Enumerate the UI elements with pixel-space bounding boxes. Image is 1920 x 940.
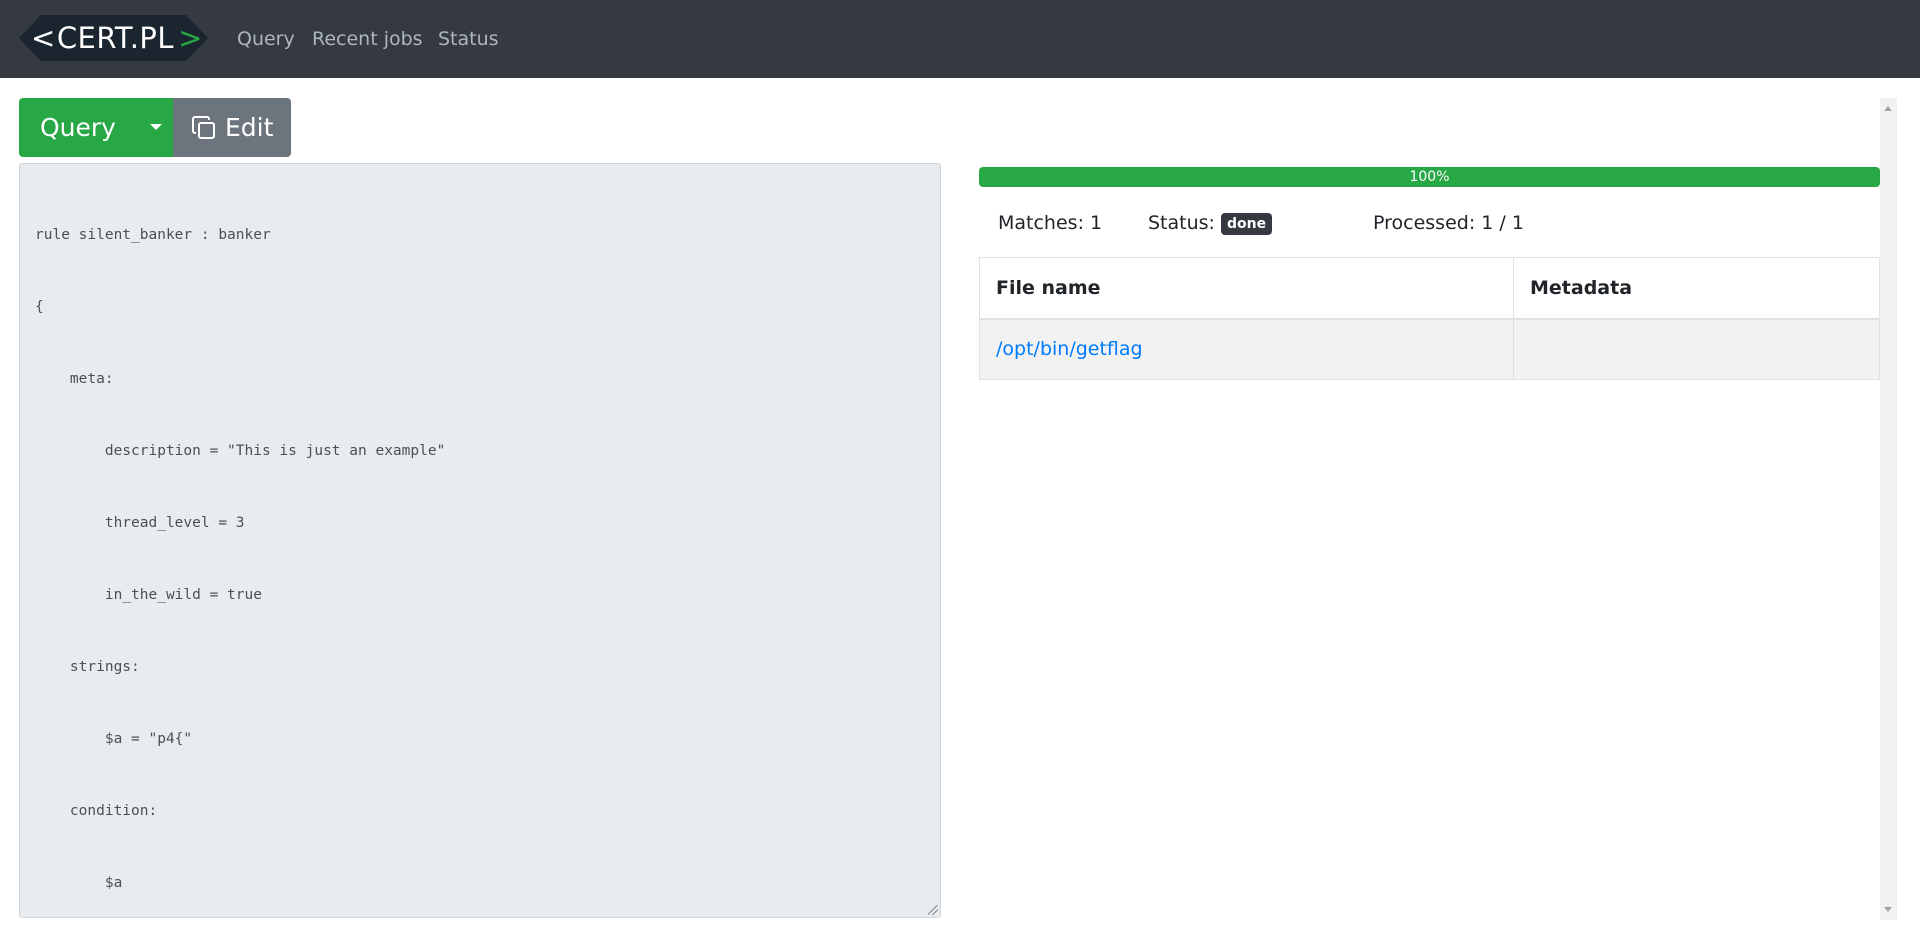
results-table: File name Metadata /opt/bin/getflag (979, 257, 1880, 380)
nav-link-status[interactable]: Status (438, 27, 499, 51)
yara-rule-editor[interactable]: rule silent_banker : banker { meta: desc… (19, 163, 941, 918)
query-dropdown-toggle[interactable] (139, 98, 173, 157)
edit-button-label: Edit (225, 113, 274, 142)
table-header-row: File name Metadata (979, 257, 1880, 320)
processed-count: Processed: 1 / 1 (1373, 212, 1524, 234)
table-row: /opt/bin/getflag (979, 318, 1880, 380)
cert-pl-logo[interactable]: <CERT.PL > (19, 15, 208, 61)
code-line: description = "This is just an example" (35, 443, 446, 459)
scroll-down-arrow-icon[interactable] (1884, 907, 1892, 912)
code-line: thread_level = 3 (35, 515, 245, 531)
logo-prefix: < (31, 21, 56, 55)
status-label: Status: (1148, 212, 1215, 234)
code-line: condition: (35, 803, 158, 819)
resize-grip-icon[interactable] (928, 905, 938, 915)
caret-down-icon (150, 124, 162, 130)
metadata-cell (1513, 318, 1880, 380)
code-line: { (35, 299, 44, 315)
matches-count: Matches: 1 (998, 212, 1103, 234)
code-line: in_the_wild = true (35, 587, 262, 603)
edit-button[interactable]: Edit (173, 98, 291, 157)
column-header-file-name[interactable]: File name (979, 257, 1514, 320)
code-line: rule silent_banker : banker (35, 227, 271, 243)
page-scrollbar[interactable] (1880, 98, 1897, 920)
column-header-metadata[interactable]: Metadata (1513, 257, 1880, 320)
nav-link-query[interactable]: Query (237, 27, 295, 51)
code-line: $a = "p4{" (35, 731, 193, 747)
logo-suffix: > (178, 21, 203, 55)
code-line: meta: (35, 371, 114, 387)
logo-text: <CERT.PL > (31, 15, 203, 61)
status-info: Status: done (1148, 210, 1273, 236)
query-button[interactable]: Query (19, 98, 139, 157)
copy-icon (192, 116, 215, 139)
file-name-cell: /opt/bin/getflag (979, 318, 1514, 380)
code-line: strings: (35, 659, 140, 675)
status-badge: done (1221, 213, 1273, 235)
navbar: <CERT.PL > Query Recent jobs Status (0, 0, 1920, 78)
file-link[interactable]: /opt/bin/getflag (996, 338, 1143, 360)
nav-link-recent-jobs[interactable]: Recent jobs (312, 27, 423, 51)
progress-fill: 100% (979, 167, 1880, 187)
scroll-up-arrow-icon[interactable] (1884, 106, 1892, 111)
code-line: $a (35, 875, 123, 891)
logo-name: CERT.PL (56, 21, 175, 55)
progress-bar: 100% (979, 167, 1880, 187)
